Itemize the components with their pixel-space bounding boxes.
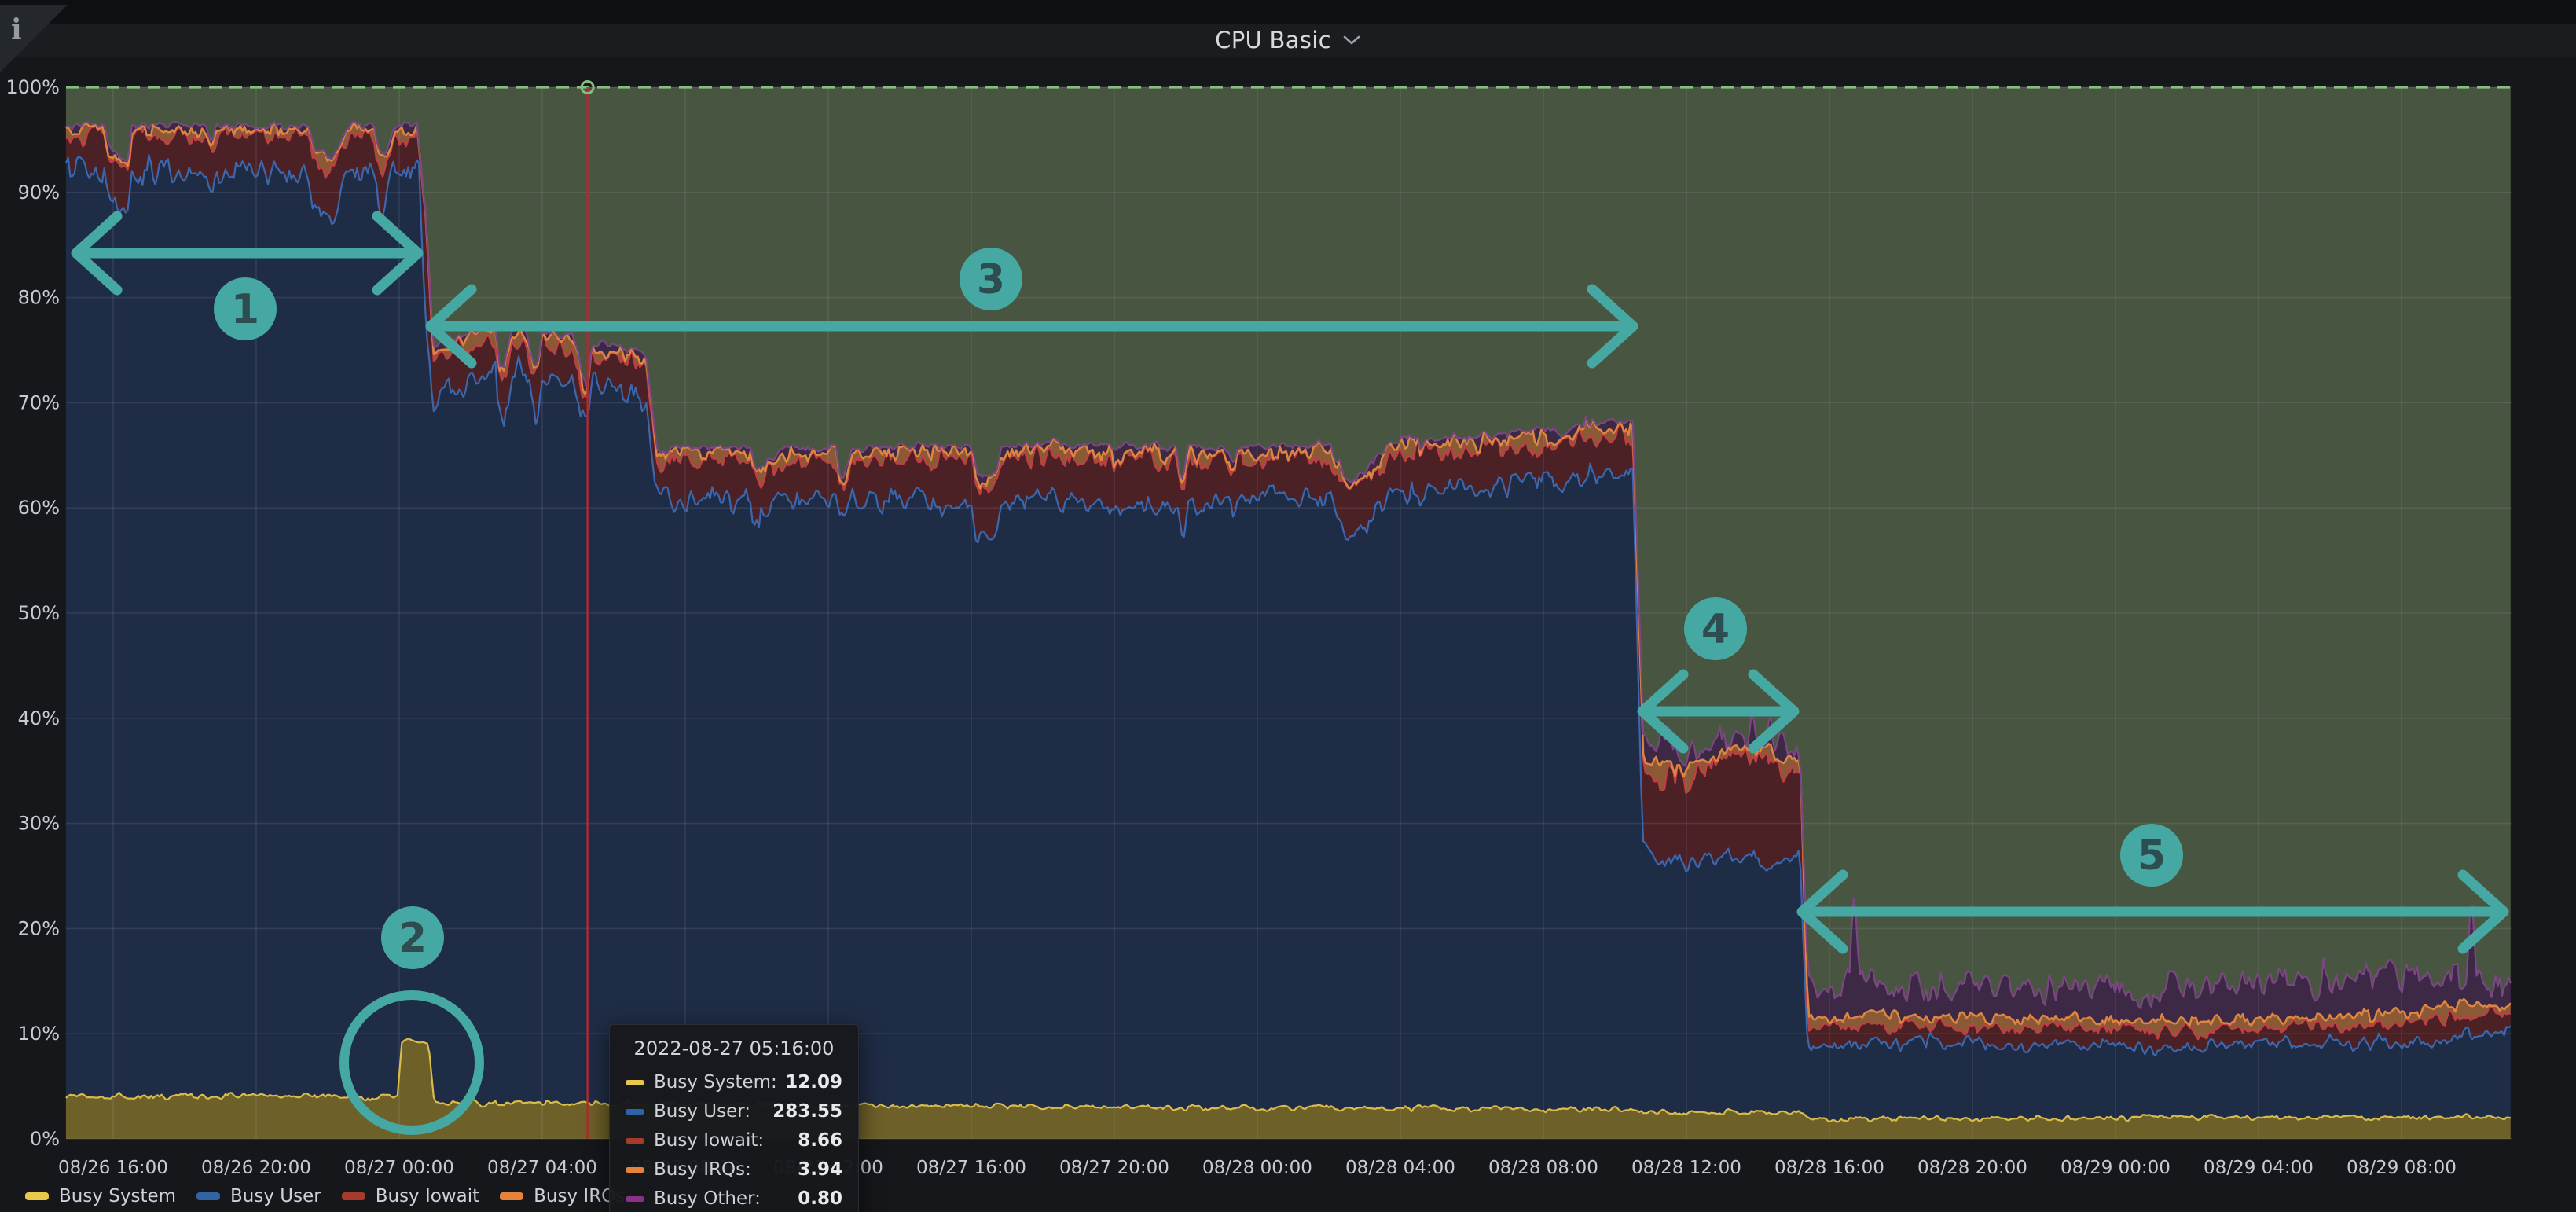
tooltip-series-value: 3.94 [798, 1159, 842, 1180]
grafana-cpu-panel: CPU Basic i 0%10%20%30%40%50%60%70%80%90… [0, 0, 2576, 1212]
tooltip-series-value: 0.80 [798, 1188, 842, 1209]
tooltip-row-busy-system: Busy System:12.09 [626, 1072, 842, 1093]
chart-tooltip: 2022-08-27 05:16:00 Busy System:12.09Bus… [609, 1024, 859, 1212]
tooltip-timestamp: 2022-08-27 05:16:00 [626, 1038, 842, 1060]
legend-item-busy-iowait[interactable]: Busy Iowait [342, 1186, 479, 1206]
legend-swatch-icon [196, 1192, 220, 1200]
annotation-number-2: 2 [398, 915, 427, 962]
annotation-badge-3: 3 [960, 248, 1022, 310]
annotation-badge-1: 1 [214, 277, 277, 340]
chart-legend: Busy System Busy User Busy Iowait Busy IRQs [25, 1181, 625, 1212]
annotation-badge-4: 4 [1684, 597, 1747, 660]
tooltip-series-swatch-icon [626, 1109, 644, 1115]
tooltip-series-label: Busy User: [654, 1101, 772, 1122]
tooltip-series-swatch-icon [626, 1196, 644, 1202]
tooltip-row-busy-user: Busy User:283.55 [626, 1101, 842, 1122]
annotation-arrow-4 [1642, 674, 1794, 748]
tooltip-series-label: Busy IRQs: [654, 1159, 798, 1180]
tooltip-series-swatch-icon [626, 1080, 644, 1085]
tooltip-series-swatch-icon [626, 1167, 644, 1173]
legend-label: Busy System [59, 1186, 176, 1206]
legend-swatch-icon [342, 1192, 365, 1200]
annotation-badge-5: 5 [2120, 824, 2183, 887]
legend-label: Busy User [230, 1186, 321, 1206]
tooltip-row-busy-iowait: Busy Iowait:8.66 [626, 1130, 842, 1151]
legend-swatch-icon [500, 1192, 523, 1200]
annotation-overlay: 1 2 3 4 5 [0, 0, 2576, 1212]
annotation-number-4: 4 [1701, 606, 1730, 653]
tooltip-series-label: Busy System: [654, 1072, 785, 1093]
tooltip-series-value: 283.55 [772, 1101, 842, 1122]
tooltip-row-busy-other: Busy Other:0.80 [626, 1188, 842, 1209]
tooltip-series-label: Busy Iowait: [654, 1130, 798, 1151]
annotation-badge-2: 2 [381, 906, 444, 969]
legend-label: Busy Iowait [376, 1186, 479, 1206]
annotation-circle-2 [344, 995, 479, 1130]
annotation-arrow-3 [431, 289, 1633, 363]
legend-item-busy-irqs[interactable]: Busy IRQs [500, 1186, 625, 1206]
annotation-number-1: 1 [231, 286, 259, 333]
tooltip-series-value: 12.09 [785, 1072, 842, 1093]
legend-item-busy-system[interactable]: Busy System [25, 1186, 176, 1206]
tooltip-series-label: Busy Other: [654, 1188, 798, 1209]
annotation-number-5: 5 [2137, 832, 2166, 880]
tooltip-series-swatch-icon [626, 1138, 644, 1144]
tooltip-row-busy-irqs: Busy IRQs:3.94 [626, 1159, 842, 1180]
annotation-number-3: 3 [977, 256, 1005, 303]
legend-item-busy-user[interactable]: Busy User [196, 1186, 321, 1206]
legend-swatch-icon [25, 1192, 49, 1200]
tooltip-series-value: 8.66 [798, 1130, 842, 1151]
